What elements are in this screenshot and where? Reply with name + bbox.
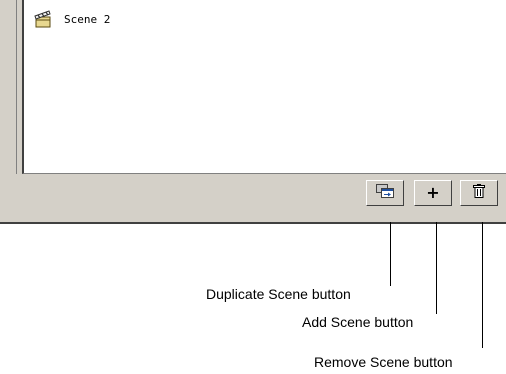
- panel-left-edge: [0, 0, 22, 222]
- scene-name-label: Scene 2: [64, 12, 111, 26]
- remove-scene-button[interactable]: [460, 180, 498, 206]
- scene-list-item[interactable]: Scene 2: [34, 8, 110, 30]
- add-scene-callout: Add Scene button: [302, 314, 414, 330]
- duplicate-scene-button[interactable]: [366, 180, 404, 206]
- duplicate-scene-icon: [376, 183, 394, 203]
- add-leader-line: [436, 222, 437, 314]
- scene-list[interactable]: Scene 2: [22, 0, 506, 174]
- duplicate-leader-line: [390, 222, 391, 286]
- duplicate-scene-callout: Duplicate Scene button: [206, 286, 351, 302]
- scene-panel: Scene 2 +: [0, 0, 506, 224]
- add-scene-button[interactable]: +: [414, 180, 452, 206]
- remove-scene-callout: Remove Scene button: [314, 354, 453, 370]
- trash-icon: [473, 183, 485, 203]
- remove-leader-line: [482, 222, 483, 348]
- plus-icon: +: [426, 183, 440, 202]
- clapperboard-icon: [34, 10, 52, 28]
- scene-button-bar: +: [22, 176, 506, 208]
